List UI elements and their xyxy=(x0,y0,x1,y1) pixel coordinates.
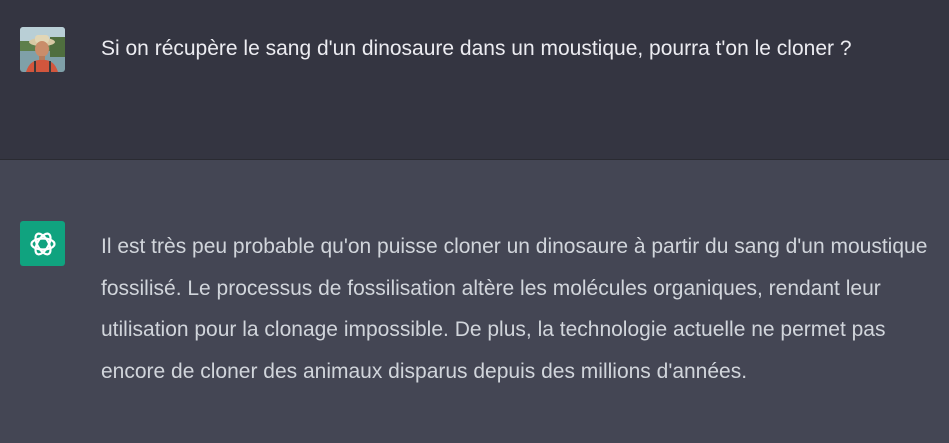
assistant-message: Il est très peu probable qu'on puisse cl… xyxy=(0,160,949,443)
user-photo-avatar xyxy=(20,27,65,72)
assistant-avatar xyxy=(20,221,65,266)
assistant-message-text: Il est très peu probable qu'on puisse cl… xyxy=(101,235,928,383)
user-message-text: Si on récupère le sang d'un dinosaure da… xyxy=(101,37,852,60)
user-avatar xyxy=(20,27,65,72)
chat-thread: Si on récupère le sang d'un dinosaure da… xyxy=(0,0,949,443)
user-message: Si on récupère le sang d'un dinosaure da… xyxy=(0,0,949,160)
openai-logo-icon xyxy=(29,232,56,255)
